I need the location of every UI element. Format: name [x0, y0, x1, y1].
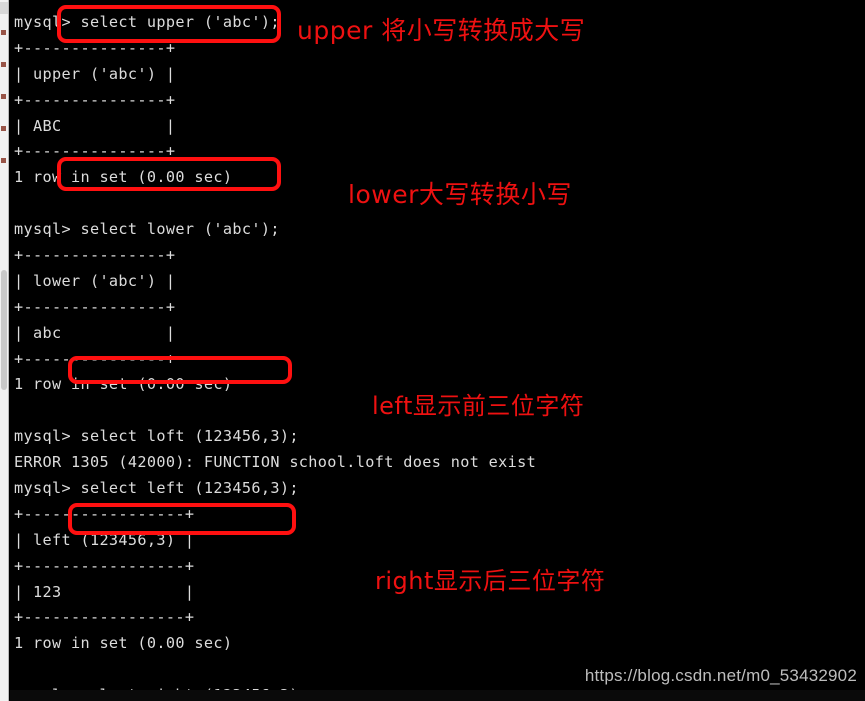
background-window-marker	[1, 62, 6, 67]
terminal-line: | abc |	[14, 323, 176, 342]
annotation-upper: upper 将小写转换成大写	[297, 16, 586, 45]
terminal-line: +---------------+	[14, 142, 176, 161]
background-window-marker	[1, 94, 6, 99]
terminal-line: +---------------+	[14, 297, 176, 316]
terminal-line: +---------------+	[14, 246, 176, 265]
terminal-output: mysql> select upper ('abc'); +-----------…	[10, 10, 855, 701]
annotation-right: right显示后三位字符	[375, 567, 606, 595]
terminal-line: mysql> select left (123456,3);	[14, 479, 299, 498]
terminal-line: | lower ('abc') |	[14, 271, 176, 290]
terminal-line: +-----------------+	[14, 608, 195, 627]
terminal-line: +---------------+	[14, 349, 176, 368]
terminal-line: ERROR 1305 (42000): FUNCTION school.loft…	[14, 453, 537, 472]
watermark-text: https://blog.csdn.net/m0_53432902	[584, 666, 857, 685]
screenshot-root: mysql> select upper ('abc'); +-----------…	[0, 0, 865, 701]
terminal-line: +-----------------+	[14, 504, 195, 523]
terminal-line: | upper ('abc') |	[14, 64, 176, 83]
terminal-line: 1 row in set (0.00 sec)	[14, 634, 233, 653]
terminal-line: mysql> select loft (123456,3);	[14, 427, 299, 446]
terminal-line: mysql> select lower ('abc');	[14, 220, 280, 239]
background-window-marker	[1, 126, 6, 131]
annotation-left: left显示前三位字符	[372, 392, 585, 420]
terminal-line: | left (123456,3) |	[14, 530, 195, 549]
background-window-marker	[1, 158, 6, 163]
annotation-lower: lower大写转换小写	[348, 180, 572, 209]
background-window-sliver	[0, 0, 9, 701]
background-window-titlebar	[0, 2, 8, 14]
background-window-scrollbar[interactable]	[1, 270, 7, 390]
terminal-line: | ABC |	[14, 116, 176, 135]
terminal-line: +---------------+	[14, 90, 176, 109]
background-window-marker	[1, 30, 6, 35]
watermark-bar	[10, 690, 865, 701]
